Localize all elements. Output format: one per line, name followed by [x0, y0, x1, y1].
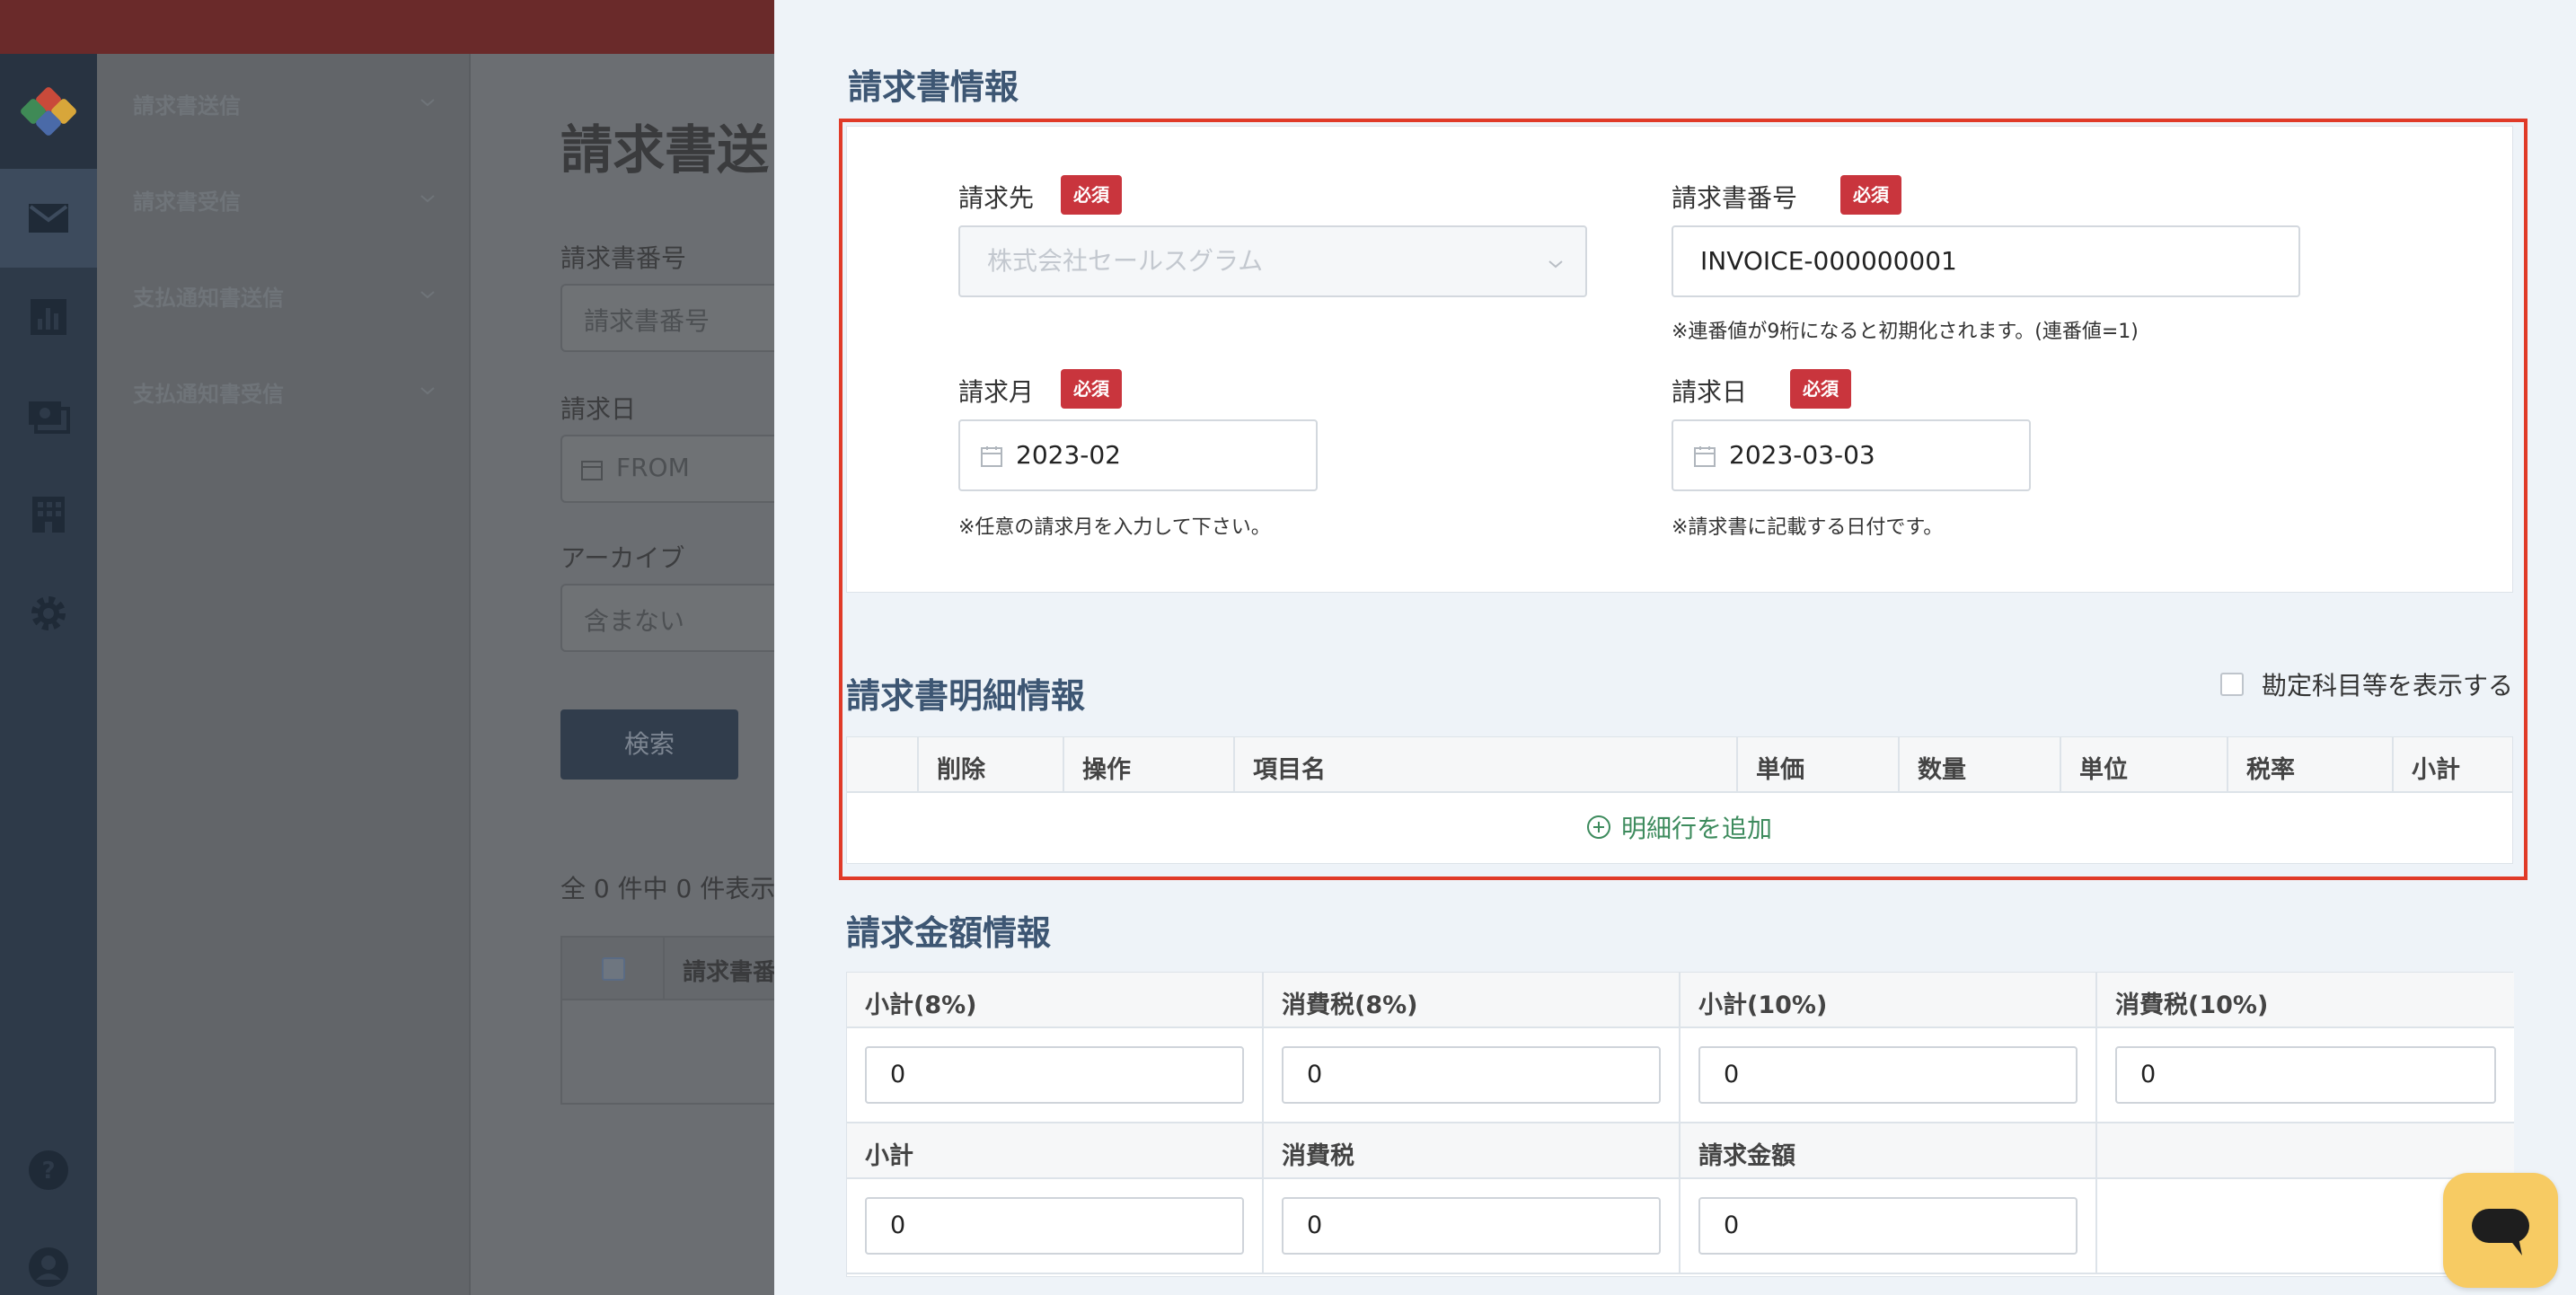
amount-header-tax-8: 消費税(8%) [1264, 973, 1681, 1028]
rail-item-settings[interactable] [0, 564, 97, 663]
amount-header-tax: 消費税 [1264, 1123, 1681, 1179]
invoice-info-title: 請求書情報 [848, 67, 1019, 107]
page-title: 請求書送 [560, 119, 770, 181]
user-icon [29, 1247, 68, 1287]
money-icon [29, 401, 70, 434]
building-icon [32, 497, 65, 533]
tax-10-input[interactable]: 0 [2115, 1046, 2496, 1104]
result-count: 全 0 件中 0 件表示し [560, 874, 801, 903]
subnav-item-payment-receive[interactable]: 支払通知書受信 [133, 376, 438, 412]
amount-header-total: 請求金額 [1681, 1123, 2097, 1179]
invoice-number-label: 請求書番号 [560, 243, 687, 273]
invoice-date-label: 請求日 [560, 394, 637, 424]
help-icon: ? [29, 1150, 68, 1190]
rail-item-payment[interactable] [0, 366, 97, 465]
logo[interactable] [0, 54, 97, 169]
logo-icon [19, 85, 78, 137]
amount-header-tax-10: 消費税(10%) [2097, 973, 2514, 1028]
chevron-down-icon [420, 387, 435, 395]
subnav-item-payment-send[interactable]: 支払通知書送信 [133, 280, 438, 316]
total-amount-input[interactable]: 0 [1698, 1197, 2078, 1255]
tax-8-input[interactable]: 0 [1282, 1046, 1661, 1104]
subtotal-10-input[interactable]: 0 [1698, 1046, 2078, 1104]
calendar-icon [581, 461, 603, 480]
chevron-down-icon [420, 99, 435, 107]
archive-label: アーカイブ [560, 543, 685, 573]
subnav-item-invoice-receive[interactable]: 請求書受信 [133, 184, 438, 220]
subtotal-8-input[interactable]: 0 [865, 1046, 1244, 1104]
gear-icon [31, 596, 66, 630]
amount-table: 小計(8%) 消費税(8%) 小計(10%) 消費税(10%) 0 0 0 0 … [846, 972, 2514, 1277]
column-invoice-number: 請求書番 [683, 959, 777, 986]
chevron-down-icon [420, 195, 435, 203]
invoice-drawer: 請求書情報 請求先 必須 株式会社セールスグラム 請求書番号 必須 INVOIC… [774, 0, 2576, 1295]
highlight-box [839, 119, 2527, 880]
amount-header-empty [2097, 1123, 2514, 1179]
subnav-item-invoice-send[interactable]: 請求書送信 [133, 88, 438, 124]
chevron-down-icon [420, 291, 435, 299]
rail-item-mail[interactable] [0, 169, 97, 268]
chat-icon [2472, 1209, 2529, 1255]
tax-input[interactable]: 0 [1282, 1197, 1661, 1255]
rail-item-account[interactable] [0, 1218, 97, 1295]
amount-header-subtotal-8: 小計(8%) [847, 973, 1264, 1028]
background-page: 請求書送 請求書番号 請求書番号 請求日 FROM アーカイブ 含まない 検索 … [471, 54, 830, 1295]
sub-navigation: 請求書送信 請求書受信 支払通知書送信 支払通知書受信 [97, 54, 471, 1295]
chat-button[interactable] [2443, 1173, 2558, 1288]
icon-rail: ? [0, 54, 97, 1295]
amount-header-subtotal: 小計 [847, 1123, 1264, 1179]
chart-icon [31, 299, 66, 335]
rail-item-report[interactable] [0, 268, 97, 366]
rail-item-company[interactable] [0, 465, 97, 564]
svg-text:?: ? [41, 1158, 55, 1185]
search-button[interactable]: 検索 [560, 709, 738, 780]
select-all-checkbox[interactable] [602, 957, 625, 981]
mail-icon [29, 204, 68, 233]
amount-header-subtotal-10: 小計(10%) [1681, 973, 2097, 1028]
amount-info-title: 請求金額情報 [846, 913, 1052, 953]
rail-item-help[interactable]: ? [0, 1121, 97, 1211]
subtotal-input[interactable]: 0 [865, 1197, 1244, 1255]
